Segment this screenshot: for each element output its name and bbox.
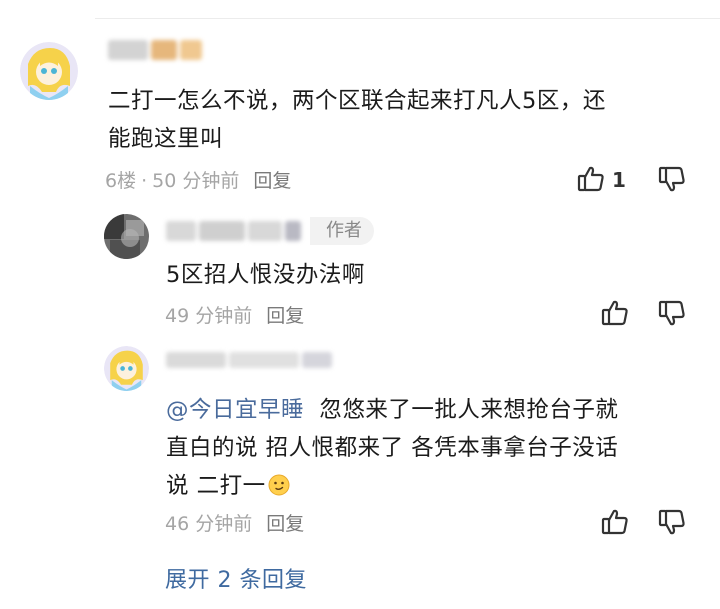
timestamp: 50 分钟前	[152, 170, 240, 192]
username-blurred[interactable]	[166, 221, 301, 241]
username-blurred[interactable]	[166, 352, 332, 368]
reply-button[interactable]: 回复	[266, 513, 304, 535]
reply-meta: 46 分钟前 回复	[165, 509, 304, 536]
timestamp: 49 分钟前	[165, 305, 253, 327]
thumbs-up-icon[interactable]	[576, 164, 606, 194]
expand-replies-link[interactable]: 展开 2 条回复	[165, 562, 307, 594]
timestamp: 46 分钟前	[165, 513, 253, 535]
comment-text: 二打一怎么不说，两个区联合起来打凡人5区，还 能跑这里叫	[108, 88, 606, 152]
floor-number: 6楼	[105, 170, 137, 192]
top-divider	[95, 18, 720, 19]
comment-meta: 6楼 · 50 分钟前 回复	[105, 170, 292, 192]
avatar[interactable]	[104, 346, 149, 391]
thumbs-up-icon[interactable]	[600, 298, 630, 328]
reply-button[interactable]: 回复	[253, 170, 291, 192]
mention-link[interactable]: @今日宜早睡	[166, 397, 304, 423]
smirk-emoji-icon	[268, 470, 290, 496]
username-blurred[interactable]	[108, 40, 202, 60]
author-tag: 作者	[310, 217, 374, 245]
reply-text: @今日宜早睡 忽悠来了一批人来想抢台子就 直白的说 招人恨都来了 各凭本事拿台子…	[166, 397, 619, 499]
thumbs-down-icon[interactable]	[657, 507, 687, 537]
thumbs-down-icon[interactable]	[657, 164, 687, 194]
like-count: 1	[612, 168, 626, 192]
avatar[interactable]	[20, 42, 78, 100]
thumbs-up-icon[interactable]	[600, 507, 630, 537]
thumbs-down-icon[interactable]	[657, 298, 687, 328]
reply-text: 5区招人恨没办法啊	[166, 262, 365, 288]
avatar[interactable]	[104, 214, 149, 259]
reply-meta: 49 分钟前 回复	[165, 301, 304, 328]
reply-button[interactable]: 回复	[266, 305, 304, 327]
